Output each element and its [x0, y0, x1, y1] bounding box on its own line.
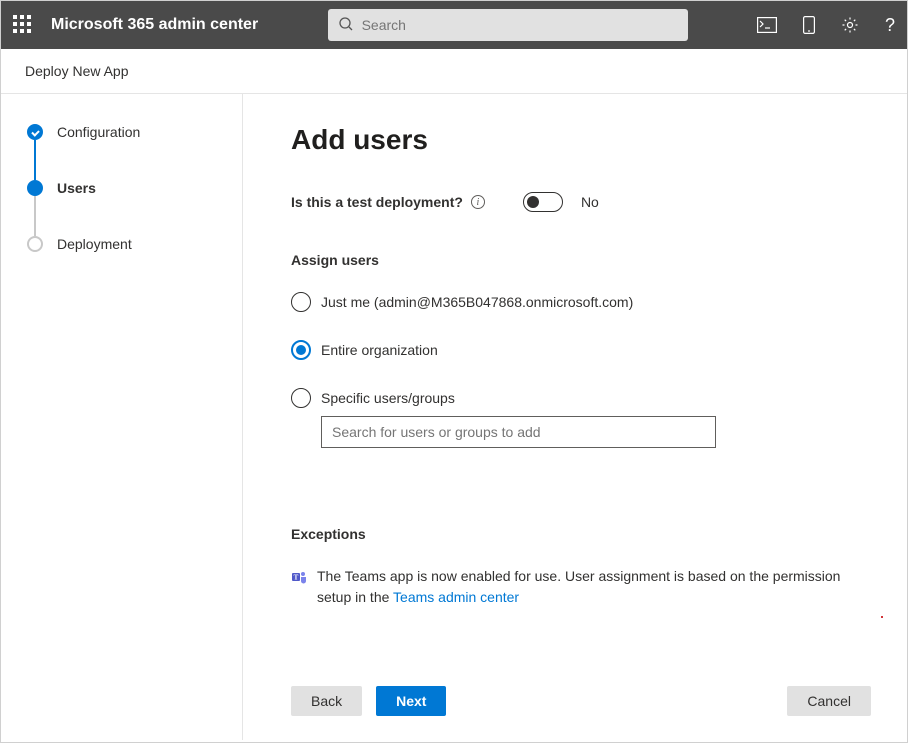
radio-just-me[interactable]: Just me (admin@M365B047868.onmicrosoft.c…	[291, 292, 877, 312]
test-deployment-label: Is this a test deployment?	[291, 194, 463, 210]
dot-icon	[27, 180, 43, 196]
radio-label: Specific users/groups	[321, 390, 455, 406]
radio-label: Entire organization	[321, 342, 438, 358]
step-connector	[34, 196, 36, 236]
user-search-input[interactable]	[321, 416, 716, 448]
cancel-button[interactable]: Cancel	[787, 686, 871, 716]
wizard-steps: Configuration Users Deployment	[1, 94, 243, 740]
global-header: Microsoft 365 admin center ?	[1, 1, 907, 49]
toggle-knob	[527, 196, 539, 208]
radio-entire-org[interactable]: Entire organization	[291, 340, 877, 360]
teams-admin-center-link[interactable]: Teams admin center	[393, 589, 519, 605]
next-button[interactable]: Next	[376, 686, 446, 716]
svg-text:T: T	[294, 574, 299, 582]
shell-icon[interactable]	[757, 17, 777, 33]
step-label: Deployment	[57, 236, 132, 252]
radio-label: Just me (admin@M365B047868.onmicrosoft.c…	[321, 294, 633, 310]
step-users[interactable]: Users	[27, 180, 222, 196]
exceptions-section: Exceptions T The Teams app is now enable…	[291, 526, 877, 608]
test-deployment-row: Is this a test deployment? i No	[291, 192, 877, 212]
teams-icon: T	[291, 569, 307, 608]
circle-icon	[27, 236, 43, 252]
mobile-icon[interactable]	[803, 16, 815, 34]
radio-icon	[291, 292, 311, 312]
user-search-wrap	[321, 416, 877, 448]
step-configuration[interactable]: Configuration	[27, 124, 222, 140]
step-connector	[34, 140, 36, 180]
app-launcher-icon[interactable]	[13, 15, 33, 35]
exceptions-label: Exceptions	[291, 526, 877, 542]
help-icon[interactable]: ?	[885, 15, 895, 36]
radio-specific[interactable]: Specific users/groups	[291, 388, 877, 408]
radio-icon	[291, 388, 311, 408]
assign-radio-group: Just me (admin@M365B047868.onmicrosoft.c…	[291, 292, 877, 448]
settings-icon[interactable]	[841, 16, 859, 34]
step-label: Users	[57, 180, 96, 196]
test-deployment-toggle[interactable]	[523, 192, 563, 212]
decorative-dot	[881, 616, 883, 618]
exceptions-text: The Teams app is now enabled for use. Us…	[317, 566, 877, 608]
step-deployment[interactable]: Deployment	[27, 236, 222, 252]
page-title: Add users	[291, 124, 877, 156]
search-icon	[338, 16, 354, 35]
assign-users-label: Assign users	[291, 252, 877, 268]
checkmark-icon	[27, 124, 43, 140]
main-panel: Add users Is this a test deployment? i N…	[243, 94, 907, 740]
search-input[interactable]	[362, 17, 678, 33]
global-search[interactable]	[328, 9, 688, 41]
app-title: Microsoft 365 admin center	[51, 16, 258, 34]
back-button[interactable]: Back	[291, 686, 362, 716]
breadcrumb: Deploy New App	[1, 49, 907, 94]
button-bar: Back Next Cancel	[291, 666, 877, 740]
radio-icon	[291, 340, 311, 360]
step-label: Configuration	[57, 124, 140, 140]
info-icon[interactable]: i	[471, 195, 485, 209]
toggle-value: No	[581, 194, 599, 210]
